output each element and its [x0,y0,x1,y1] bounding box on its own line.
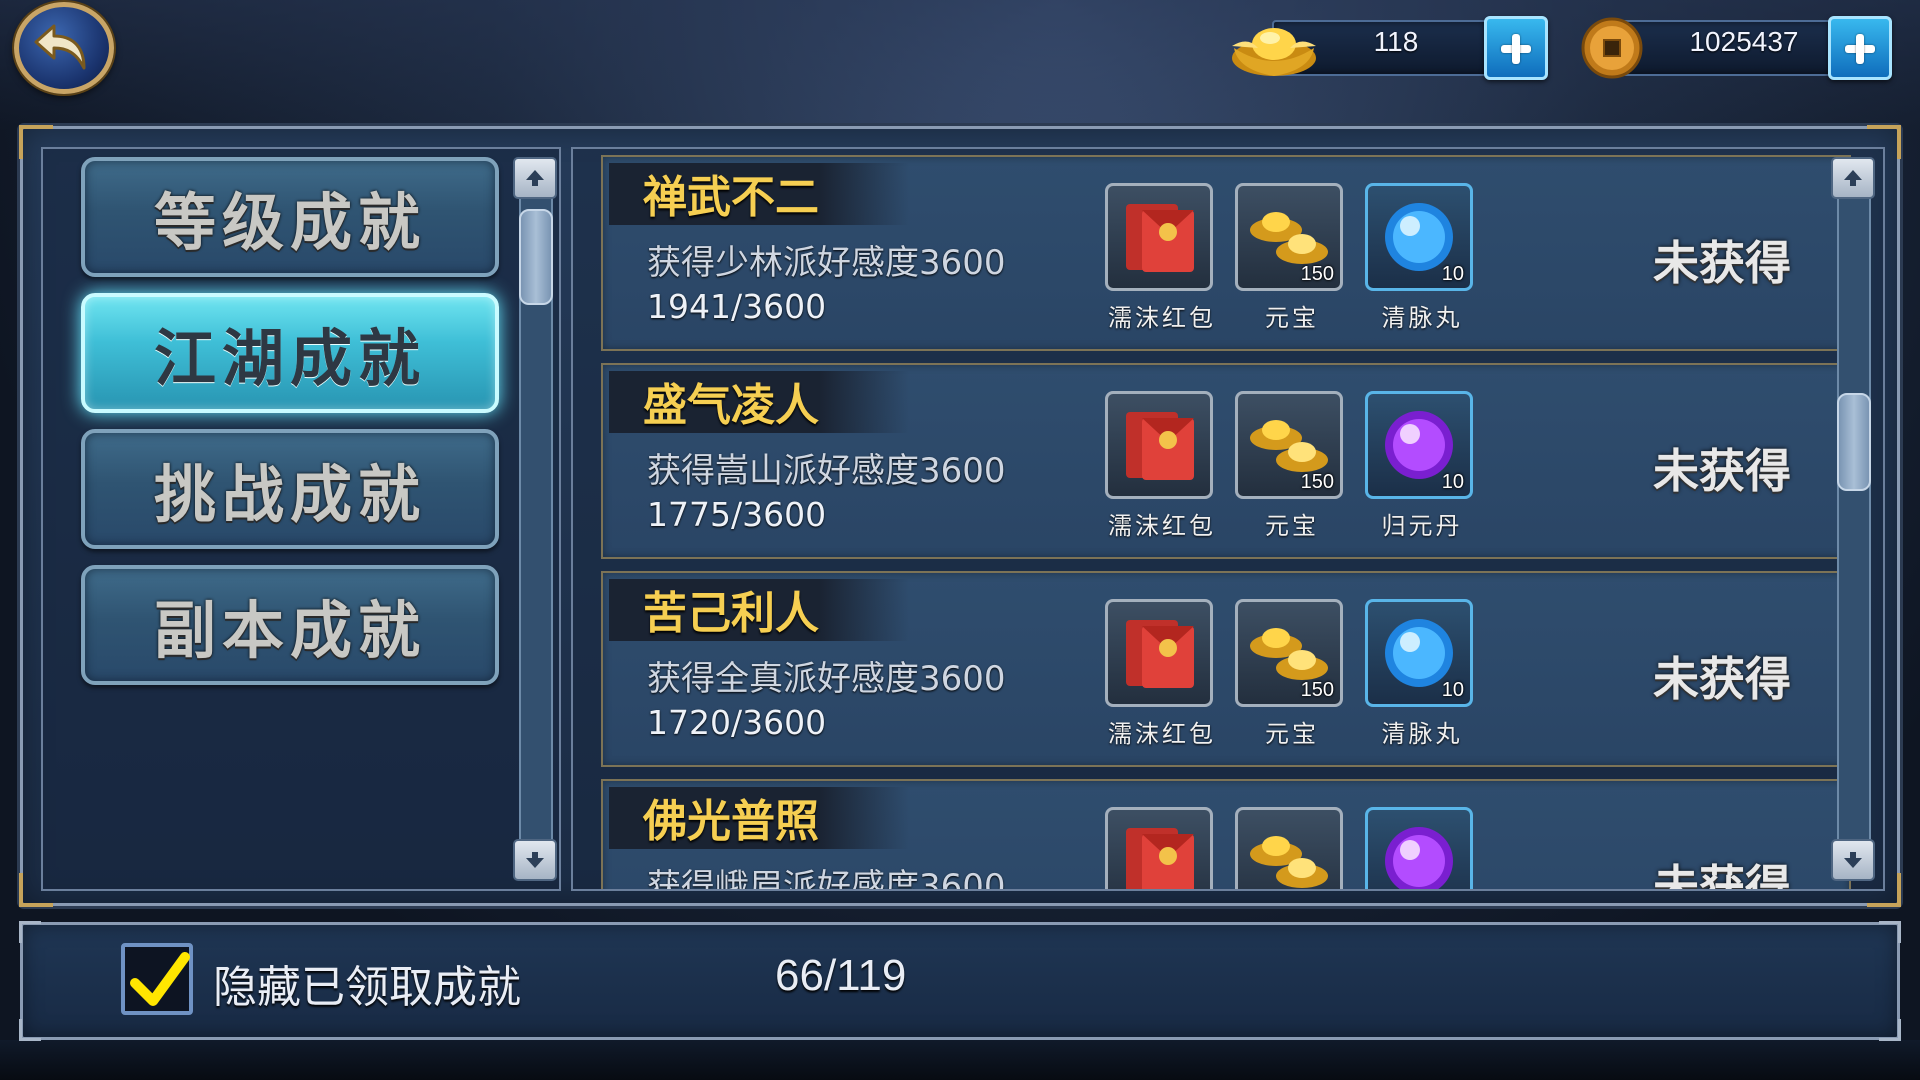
reward-name: 濡沫红包 [1108,720,1216,748]
arrow-up-icon [1844,170,1862,186]
achievement-description: 获得少林派好感度3600 [647,243,1006,283]
add-ingot-button[interactable] [1484,16,1548,80]
background-ground [0,1040,1920,1080]
copper-coin-icon [1581,17,1643,79]
achievement-row: 苦己利人 获得全真派好感度3600 1720/3600 濡沫红包 150 元宝 … [601,571,1851,767]
achievement-title: 禅武不二 [643,172,819,223]
achievement-scroll-up-button[interactable] [1831,157,1875,199]
reward-count: 10 [1441,263,1464,285]
achievement-description: 获得嵩山派好感度3600 [647,451,1006,491]
category-level-button[interactable]: 等级成就 [81,157,499,277]
category-dungeon-button[interactable]: 副本成就 [81,565,499,685]
achievement-progress: 1941/3600 [647,287,827,326]
corner-ornament [1879,921,1901,943]
add-coin-button[interactable] [1828,16,1892,80]
reward-name: 元宝 [1265,720,1319,748]
category-label: 挑战成就 [153,458,426,531]
achievement-description: 获得全真派好感度3600 [647,659,1006,699]
category-panel: 等级成就 江湖成就 挑战成就 副本成就 [41,147,561,891]
achievement-title: 盛气凌人 [643,380,819,431]
red-envelope-icon [1126,412,1194,480]
reward-name: 濡沫红包 [1108,512,1216,540]
red-envelope-icon [1126,828,1194,889]
reward-name: 归元丹 [1381,512,1463,540]
reward-slot[interactable]: 150 元宝 [1235,183,1343,332]
reward-slot[interactable]: 濡沫红包 [1105,391,1213,540]
reward-name: 清脉丸 [1381,720,1463,748]
purple-pill-icon [1385,827,1453,889]
category-label: 副本成就 [153,594,426,667]
hide-claimed-checkbox[interactable] [121,943,193,1015]
reward-slot[interactable]: 150 元宝 [1235,391,1343,540]
achievement-list[interactable]: 禅武不二 获得少林派好感度3600 1941/3600 濡沫红包 150 元宝 … [571,147,1885,891]
reward-slot[interactable] [1365,807,1473,889]
reward-slot[interactable]: 150 元宝 [1235,599,1343,748]
reward-count: 150 [1300,263,1334,285]
achievement-title: 苦己利人 [643,588,819,639]
category-challenge-button[interactable]: 挑战成就 [81,429,499,549]
hide-claimed-label: 隐藏已领取成就 [213,962,521,1013]
reward-slot[interactable] [1105,807,1213,889]
corner-ornament [19,921,41,943]
reward-count: 150 [1300,471,1334,493]
achievement-title: 佛光普照 [643,796,819,847]
reward-slot[interactable]: 濡沫红包 [1105,183,1213,332]
achievement-description: 获得峨眉派好感度3600 [647,867,1006,891]
achievement-scroll-thumb[interactable] [1837,393,1871,491]
achievement-row: 佛光普照 获得峨眉派好感度3600 未获得 [601,779,1851,891]
gold-ingot-icon [1250,836,1328,888]
coin-value: 1025437 [1689,26,1799,57]
reward-count: 10 [1441,471,1464,493]
reward-name: 元宝 [1265,512,1319,540]
category-jianghu-button[interactable]: 江湖成就 [81,293,499,413]
achievement-panel: 等级成就 江湖成就 挑战成就 副本成就 禅武不二 获得少林派好感度3600 19… [19,125,1901,907]
red-envelope-icon [1126,204,1194,272]
corner-ornament [19,1019,41,1041]
achievement-progress: 1720/3600 [647,703,827,742]
reward-count: 150 [1300,679,1334,701]
back-button[interactable] [14,2,114,94]
ingot-currency: 118 [1232,16,1548,82]
checkmark-icon [130,952,190,1006]
category-label: 等级成就 [153,186,426,259]
category-scroll-thumb[interactable] [519,209,553,305]
reward-slot[interactable]: 10 清脉丸 [1365,183,1473,332]
achievement-scrollbar[interactable] [1837,179,1871,869]
reward-slot[interactable]: 10 清脉丸 [1365,599,1473,748]
coin-currency: 1025437 [1576,16,1892,82]
reward-name: 元宝 [1265,304,1319,332]
red-envelope-icon [1126,620,1194,688]
reward-name: 濡沫红包 [1108,304,1216,332]
achievement-scroll-down-button[interactable] [1831,839,1875,881]
reward-slot[interactable]: 10 归元丹 [1365,391,1473,540]
category-scroll-down-button[interactable] [513,839,557,881]
total-achievement-count: 66/119 [775,951,907,1000]
gold-ingot-icon [1232,28,1316,76]
achievement-progress: 1775/3600 [647,495,827,534]
achievement-row: 盛气凌人 获得嵩山派好感度3600 1775/3600 濡沫红包 150 元宝 … [601,363,1851,559]
back-arrow-icon [34,24,86,70]
achievement-row: 禅武不二 获得少林派好感度3600 1941/3600 濡沫红包 150 元宝 … [601,155,1851,351]
reward-slot[interactable] [1235,807,1343,889]
ingot-value: 118 [1373,26,1419,57]
reward-name: 清脉丸 [1381,304,1463,332]
reward-slot[interactable]: 濡沫红包 [1105,599,1213,748]
footer-bar: 隐藏已领取成就 66/119 [19,921,1901,1041]
achievement-status: 未获得 [1653,652,1791,706]
corner-ornament [1879,1019,1901,1041]
achievement-status: 未获得 [1653,444,1791,498]
category-label: 江湖成就 [153,322,426,395]
achievement-status: 未获得 [1653,236,1791,290]
achievement-status: 未获得 [1653,860,1791,891]
arrow-up-icon [526,170,544,186]
arrow-down-icon [526,852,544,868]
reward-count: 10 [1441,679,1464,701]
arrow-down-icon [1844,852,1862,868]
category-scroll-up-button[interactable] [513,157,557,199]
